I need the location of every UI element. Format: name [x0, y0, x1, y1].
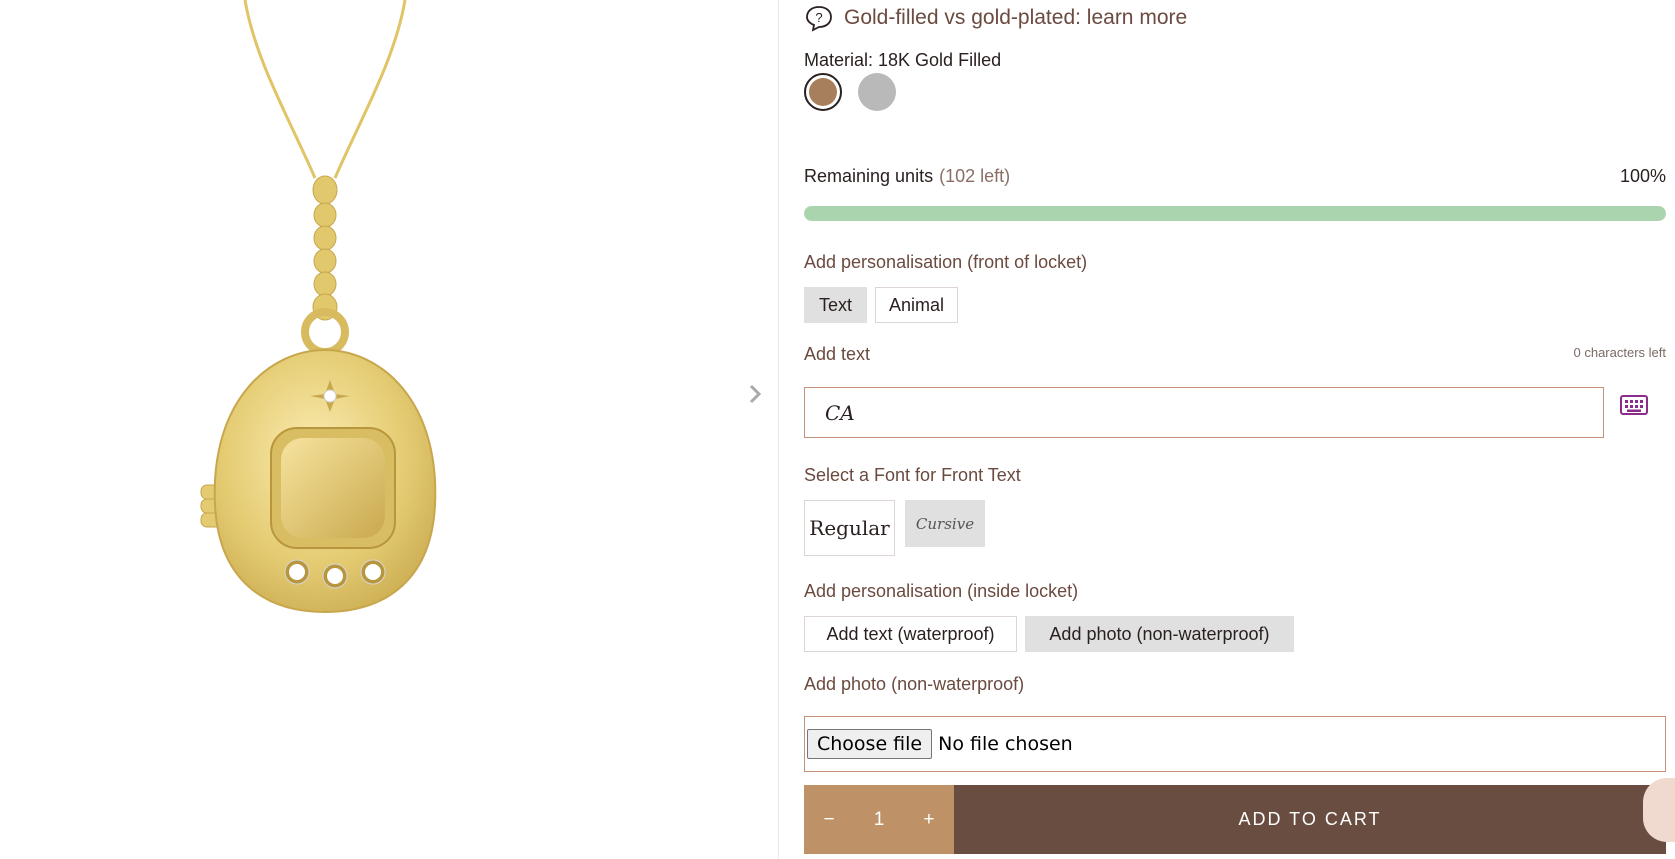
choose-file-button[interactable]: Choose file [807, 729, 933, 759]
keyboard-icon[interactable] [1619, 392, 1649, 418]
learn-more-link[interactable]: ? Gold-filled vs gold-plated: learn more [804, 4, 1187, 32]
next-image-arrow-icon[interactable] [745, 382, 765, 406]
remaining-units: Remaining units (102 left) [804, 166, 1010, 187]
quantity-stepper: − 1 + [804, 785, 954, 854]
font-select-label: Select a Font for Front Text [804, 465, 1021, 485]
file-status-text: No file chosen [938, 733, 1073, 755]
photo-file-upload: Choose file No file chosen [804, 716, 1666, 772]
inventory-progress-fill [804, 206, 1666, 221]
font-option-regular[interactable]: Regular [804, 500, 895, 556]
front-text-input[interactable] [804, 387, 1604, 438]
characters-left-counter: 0 characters left [1573, 345, 1667, 360]
swatch-silver[interactable] [858, 73, 896, 111]
front-option-text[interactable]: Text [804, 287, 867, 323]
add-photo-label: Add photo (non-waterproof) [804, 674, 1025, 694]
add-text-label: Add text [804, 344, 871, 364]
locket-product-image [200, 0, 437, 614]
quantity-value[interactable]: 1 [874, 809, 885, 831]
remaining-units-count: (102 left) [939, 166, 1011, 186]
question-bubble-icon: ? [806, 6, 832, 32]
chat-widget-icon[interactable] [1643, 778, 1675, 842]
add-to-cart-button[interactable]: ADD TO CART [954, 785, 1666, 854]
swatch-gold-filled[interactable] [804, 73, 842, 111]
svg-text:?: ? [815, 10, 822, 25]
inventory-progress-bar [804, 206, 1666, 221]
swatch-gold-dot [809, 78, 837, 106]
quantity-decrease-button[interactable]: − [824, 809, 835, 831]
product-gallery [0, 0, 778, 859]
inside-personalisation-label: Add personalisation (inside locket) [804, 581, 1079, 601]
learn-more-text: Gold-filled vs gold-plated: learn more [844, 6, 1188, 29]
inside-option-add-text[interactable]: Add text (waterproof) [804, 616, 1017, 652]
inside-option-add-photo[interactable]: Add photo (non-waterproof) [1025, 616, 1294, 652]
material-label: Material: 18K Gold Filled [804, 50, 1002, 70]
quantity-increase-button[interactable]: + [923, 809, 934, 831]
front-option-animal[interactable]: Animal [875, 287, 958, 323]
panel-divider [778, 0, 779, 859]
font-option-cursive[interactable]: Cursive [905, 500, 985, 547]
remaining-units-label: Remaining units [804, 166, 934, 186]
front-personalisation-label: Add personalisation (front of locket) [804, 252, 1088, 272]
remaining-units-percent: 100% [1619, 166, 1666, 186]
material-swatches [804, 73, 896, 111]
